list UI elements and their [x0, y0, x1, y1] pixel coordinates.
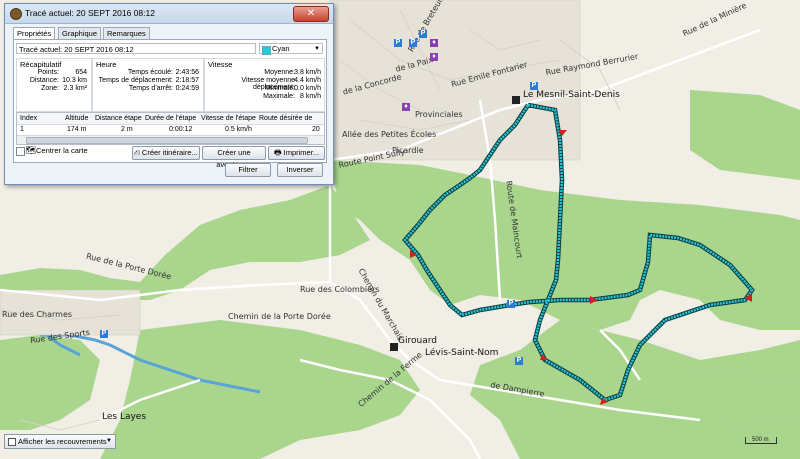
chevron-down-icon: ▼ — [106, 438, 112, 444]
recap-label: Distance: — [29, 77, 59, 84]
speed-value: 0.0 km/h — [294, 85, 321, 92]
create-adventure-button[interactable]: Créer une aventure... — [202, 146, 266, 169]
filter-button[interactable]: Filtrer — [225, 163, 271, 177]
horizontal-scrollbar[interactable] — [17, 135, 324, 144]
parking-icon[interactable]: P — [100, 330, 108, 338]
properties-panel: Tracé actuel: 20 SEPT 2016 08:12 Cyan ▼ … — [13, 39, 327, 169]
speed-value: 8 km/h — [299, 93, 321, 100]
parking-icon[interactable]: P — [515, 357, 523, 365]
speed-label: Moyenne: — [264, 69, 295, 76]
cell-index: 1 — [20, 126, 24, 133]
dialog-titlebar[interactable]: Tracé actuel: 20 SEPT 2016 08:12 ✕ — [5, 4, 333, 24]
column-header-speed[interactable]: Vitesse de l'étape — [201, 113, 256, 124]
speed-label: Maximale: — [263, 93, 295, 100]
parking-icon[interactable]: P — [507, 300, 515, 308]
time-label: Temps d'arrêt: — [128, 85, 173, 92]
close-icon: ✕ — [306, 8, 316, 19]
time-value: 0:24:59 — [175, 85, 199, 92]
route-icon: ⛙ — [134, 148, 140, 157]
recap-group: Récapitulatif Points: 654 Distance: 10.3… — [16, 58, 92, 112]
column-header-index[interactable]: Index — [20, 113, 37, 124]
speed-value: 4.4 km/h — [294, 77, 321, 84]
place-label-layes: Les Layes — [102, 412, 147, 422]
column-header-duration[interactable]: Durée de l'étape — [145, 113, 196, 124]
overlay-checkbox[interactable] — [8, 438, 16, 446]
parking-icon[interactable]: P — [409, 39, 417, 47]
track-properties-dialog: Tracé actuel: 20 SEPT 2016 08:12 ✕ Propr… — [4, 3, 334, 185]
column-header-altitude[interactable]: Altitude — [65, 113, 88, 124]
poi-icon[interactable]: ♦ — [430, 53, 438, 61]
poi-icon[interactable]: ♦ — [430, 39, 438, 47]
center-map-icon: 🗺 — [25, 145, 37, 155]
print-label: Imprimer... — [283, 148, 320, 157]
create-route-label: Créer itinéraire... — [141, 148, 198, 157]
dialog-title: Tracé actuel: 20 SEPT 2016 08:12 — [25, 8, 155, 18]
time-label: Temps écoulé: — [127, 69, 173, 76]
cell-distance: 2 m — [121, 126, 133, 133]
track-icon — [10, 8, 22, 20]
recap-label: Zone: — [41, 85, 59, 92]
close-button[interactable]: ✕ — [293, 6, 329, 22]
cell-altitude: 174 m — [67, 126, 87, 133]
place-label-mesnil: Le Mesnil-Saint-Denis — [523, 90, 620, 100]
girouard-marker-icon[interactable] — [390, 343, 398, 351]
recap-value: 2.3 km² — [63, 85, 87, 92]
color-swatch — [262, 45, 271, 55]
table-row[interactable]: 1 174 m 2 m 0:00:12 0.5 km/h 20 — [17, 124, 324, 135]
print-button[interactable]: 🖶 Imprimer... — [268, 146, 325, 160]
speed-value: 3.8 km/h — [294, 69, 321, 76]
column-header-bearing[interactable]: Route désirée de — [259, 113, 312, 124]
column-header-distance[interactable]: Distance étape — [95, 113, 142, 124]
printer-icon: 🖶 — [273, 148, 282, 157]
scale-label: 500 m — [752, 437, 769, 443]
overlay-dropdown[interactable]: Afficher les recouvrements ▼ — [4, 434, 116, 449]
create-route-button[interactable]: ⛙ Créer itinéraire... — [132, 146, 200, 160]
speed-title: Vitesse — [208, 60, 233, 69]
tab-remarks[interactable]: Remarques — [103, 27, 150, 39]
color-name: Cyan — [272, 44, 290, 53]
recap-title: Récapitulatif — [20, 60, 62, 69]
place-label-levis: Lévis-Saint-Nom — [425, 348, 499, 358]
speed-group: Vitesse Moyenne: 3.8 km/h Vitesse moyenn… — [204, 58, 325, 112]
scrollbar-thumb[interactable] — [26, 137, 308, 144]
recap-value: 10.3 km — [62, 77, 87, 84]
invert-button[interactable]: Inverser — [277, 163, 323, 177]
time-value: 2:18:57 — [175, 77, 199, 84]
recap-value: 654 — [75, 69, 87, 76]
recap-label: Points: — [37, 69, 59, 76]
street-label-rue-charmes: Rue des Charmes — [2, 310, 73, 319]
track-name-field[interactable]: Tracé actuel: 20 SEPT 2016 08:12 — [16, 43, 256, 54]
parking-icon[interactable]: P — [419, 30, 427, 38]
parking-icon[interactable]: P — [530, 82, 538, 90]
chevron-down-icon: ▼ — [314, 46, 320, 52]
center-map-label: Centrer la carte — [36, 146, 88, 155]
time-value: 2:43:56 — [175, 69, 199, 76]
time-label: Temps de déplacement: — [98, 77, 173, 84]
street-label-chemin-porte-doree: Chemin de la Porte Dorée — [228, 312, 331, 321]
cell-duration: 0:00:12 — [169, 126, 193, 133]
street-label-provinciales: Provinciales — [415, 110, 463, 119]
speed-label: Minimale: — [265, 85, 295, 92]
cell-speed: 0.5 km/h — [225, 126, 252, 133]
street-label-petites-ecoles: Allée des Petites Écoles — [342, 130, 437, 139]
overlay-label: Afficher les recouvrements — [18, 437, 107, 446]
color-dropdown[interactable]: Cyan ▼ — [259, 43, 323, 55]
parking-icon[interactable]: P — [394, 39, 402, 47]
start-flag-icon[interactable] — [512, 96, 520, 104]
cell-bearing: 20 — [312, 126, 320, 133]
poi-icon[interactable]: ♦ — [402, 103, 410, 111]
tab-graph[interactable]: Graphique — [58, 27, 102, 39]
time-group: Heure Temps écoulé: 2:43:56 Temps de dép… — [92, 58, 204, 112]
time-title: Heure — [96, 60, 117, 69]
track-points-table: Index Altitude Distance étape Durée de l… — [16, 112, 325, 145]
center-map-checkbox[interactable] — [16, 147, 25, 156]
